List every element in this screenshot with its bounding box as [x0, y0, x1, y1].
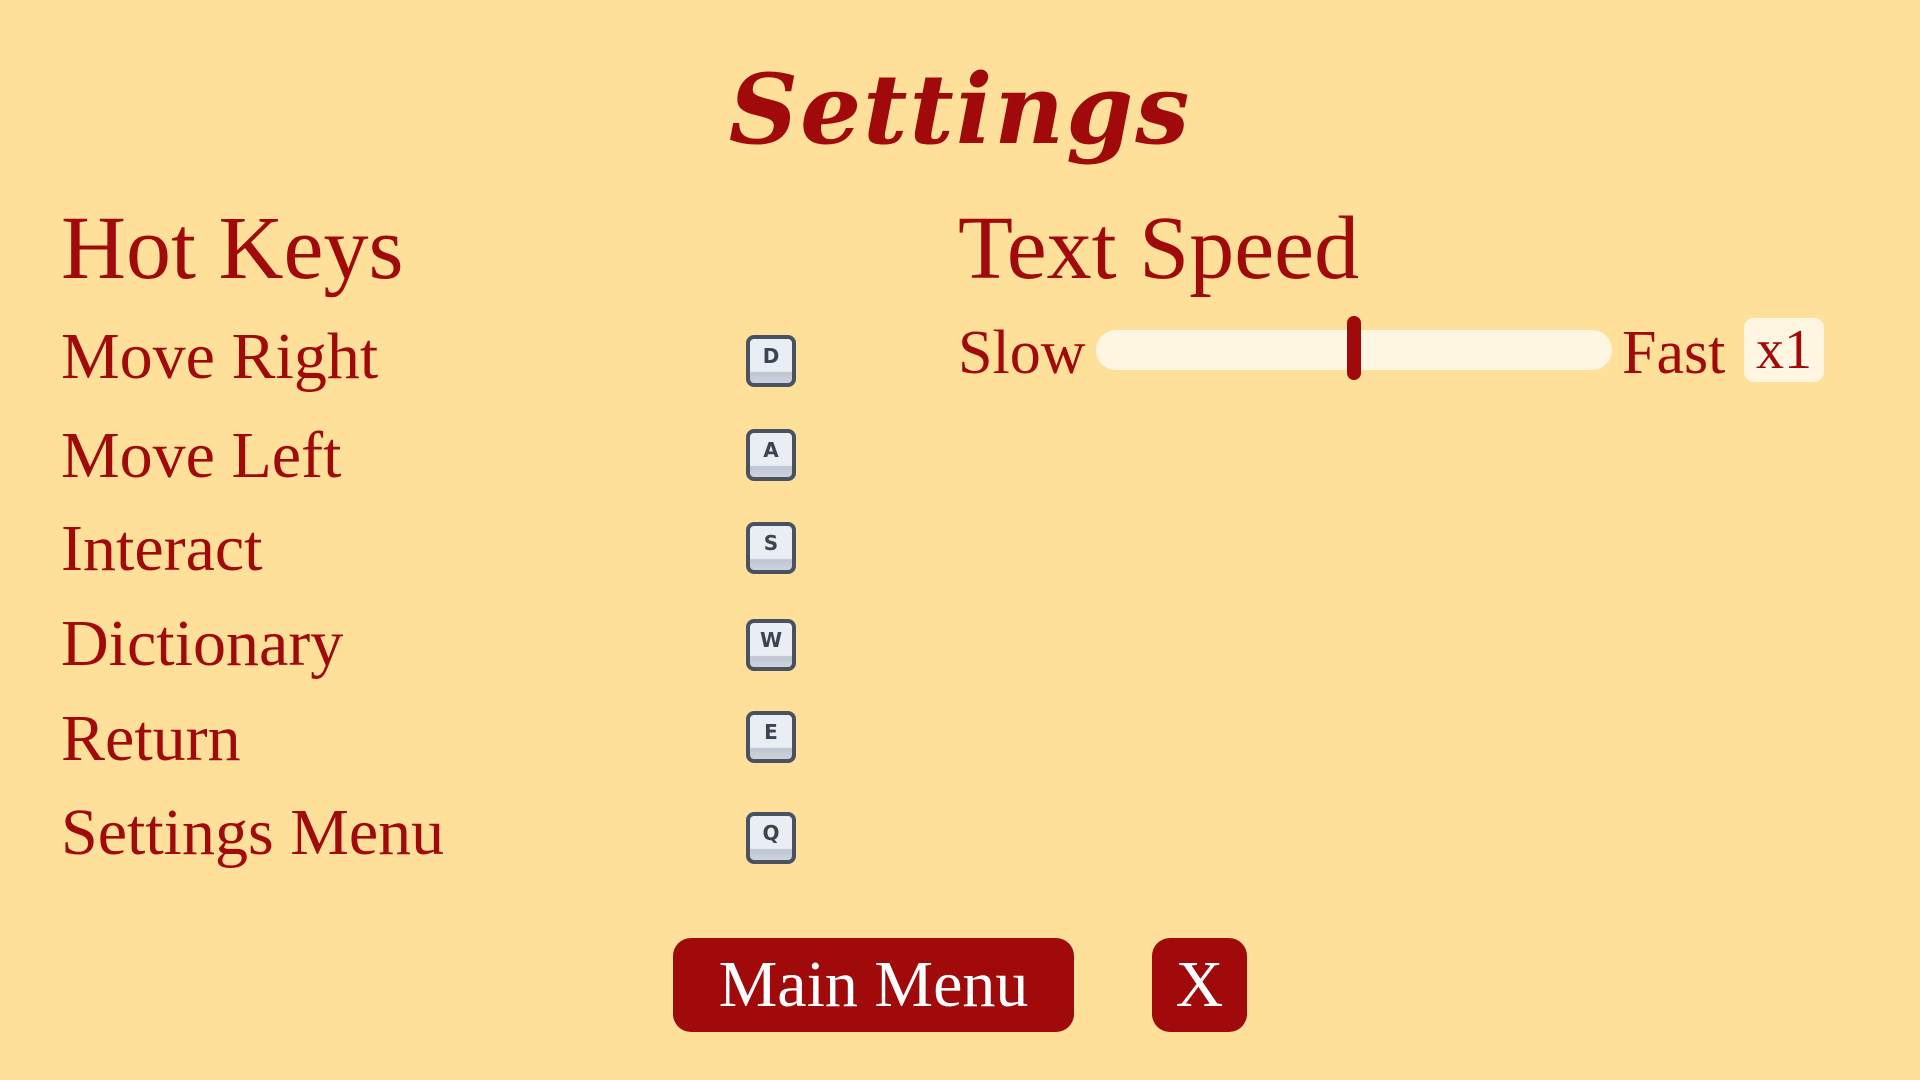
keycap-a-icon[interactable]: A	[746, 429, 796, 481]
text-speed-slider[interactable]	[1096, 316, 1612, 380]
hotkey-row-move-left: Move Left A	[61, 421, 801, 491]
hotkey-row-settings-menu: Settings Menu Q	[61, 798, 801, 868]
keycap-letter: D	[762, 344, 780, 368]
keycap-d-icon[interactable]: D	[746, 335, 796, 387]
speed-multiplier-badge: x1	[1744, 318, 1824, 382]
close-button[interactable]: X	[1152, 938, 1247, 1032]
main-menu-button[interactable]: Main Menu	[673, 938, 1074, 1032]
keycap-letter: E	[764, 720, 778, 744]
slider-max-label: Fast	[1622, 319, 1726, 387]
keycap-letter: W	[759, 628, 783, 652]
hotkey-label: Move Left	[61, 419, 342, 492]
settings-title: Settings	[728, 53, 1192, 166]
hotkey-row-return: Return E	[61, 704, 801, 774]
slider-thumb[interactable]	[1347, 316, 1361, 380]
hotkey-label: Interact	[61, 512, 263, 585]
keycap-e-icon[interactable]: E	[746, 711, 796, 763]
keycap-w-icon[interactable]: W	[746, 619, 796, 671]
hotkey-row-move-right: Move Right D	[61, 322, 801, 392]
hotkey-label: Settings Menu	[61, 796, 445, 869]
text-speed-heading: Text Speed	[958, 199, 1360, 298]
hotkey-label: Return	[61, 702, 241, 775]
hotkey-label: Dictionary	[61, 607, 344, 680]
keycap-letter: Q	[762, 821, 780, 845]
keycap-letter: A	[763, 438, 779, 462]
hotkey-row-interact: Interact S	[61, 514, 801, 584]
hotkeys-heading: Hot Keys	[61, 199, 404, 298]
keycap-letter: S	[763, 531, 779, 555]
keycap-q-icon[interactable]: Q	[746, 812, 796, 864]
hotkey-row-dictionary: Dictionary W	[61, 609, 801, 679]
hotkey-label: Move Right	[61, 320, 379, 393]
slider-min-label: Slow	[958, 319, 1086, 387]
text-speed-slider-row: Slow Fast x1	[958, 316, 1828, 388]
keycap-s-icon[interactable]: S	[746, 522, 796, 574]
